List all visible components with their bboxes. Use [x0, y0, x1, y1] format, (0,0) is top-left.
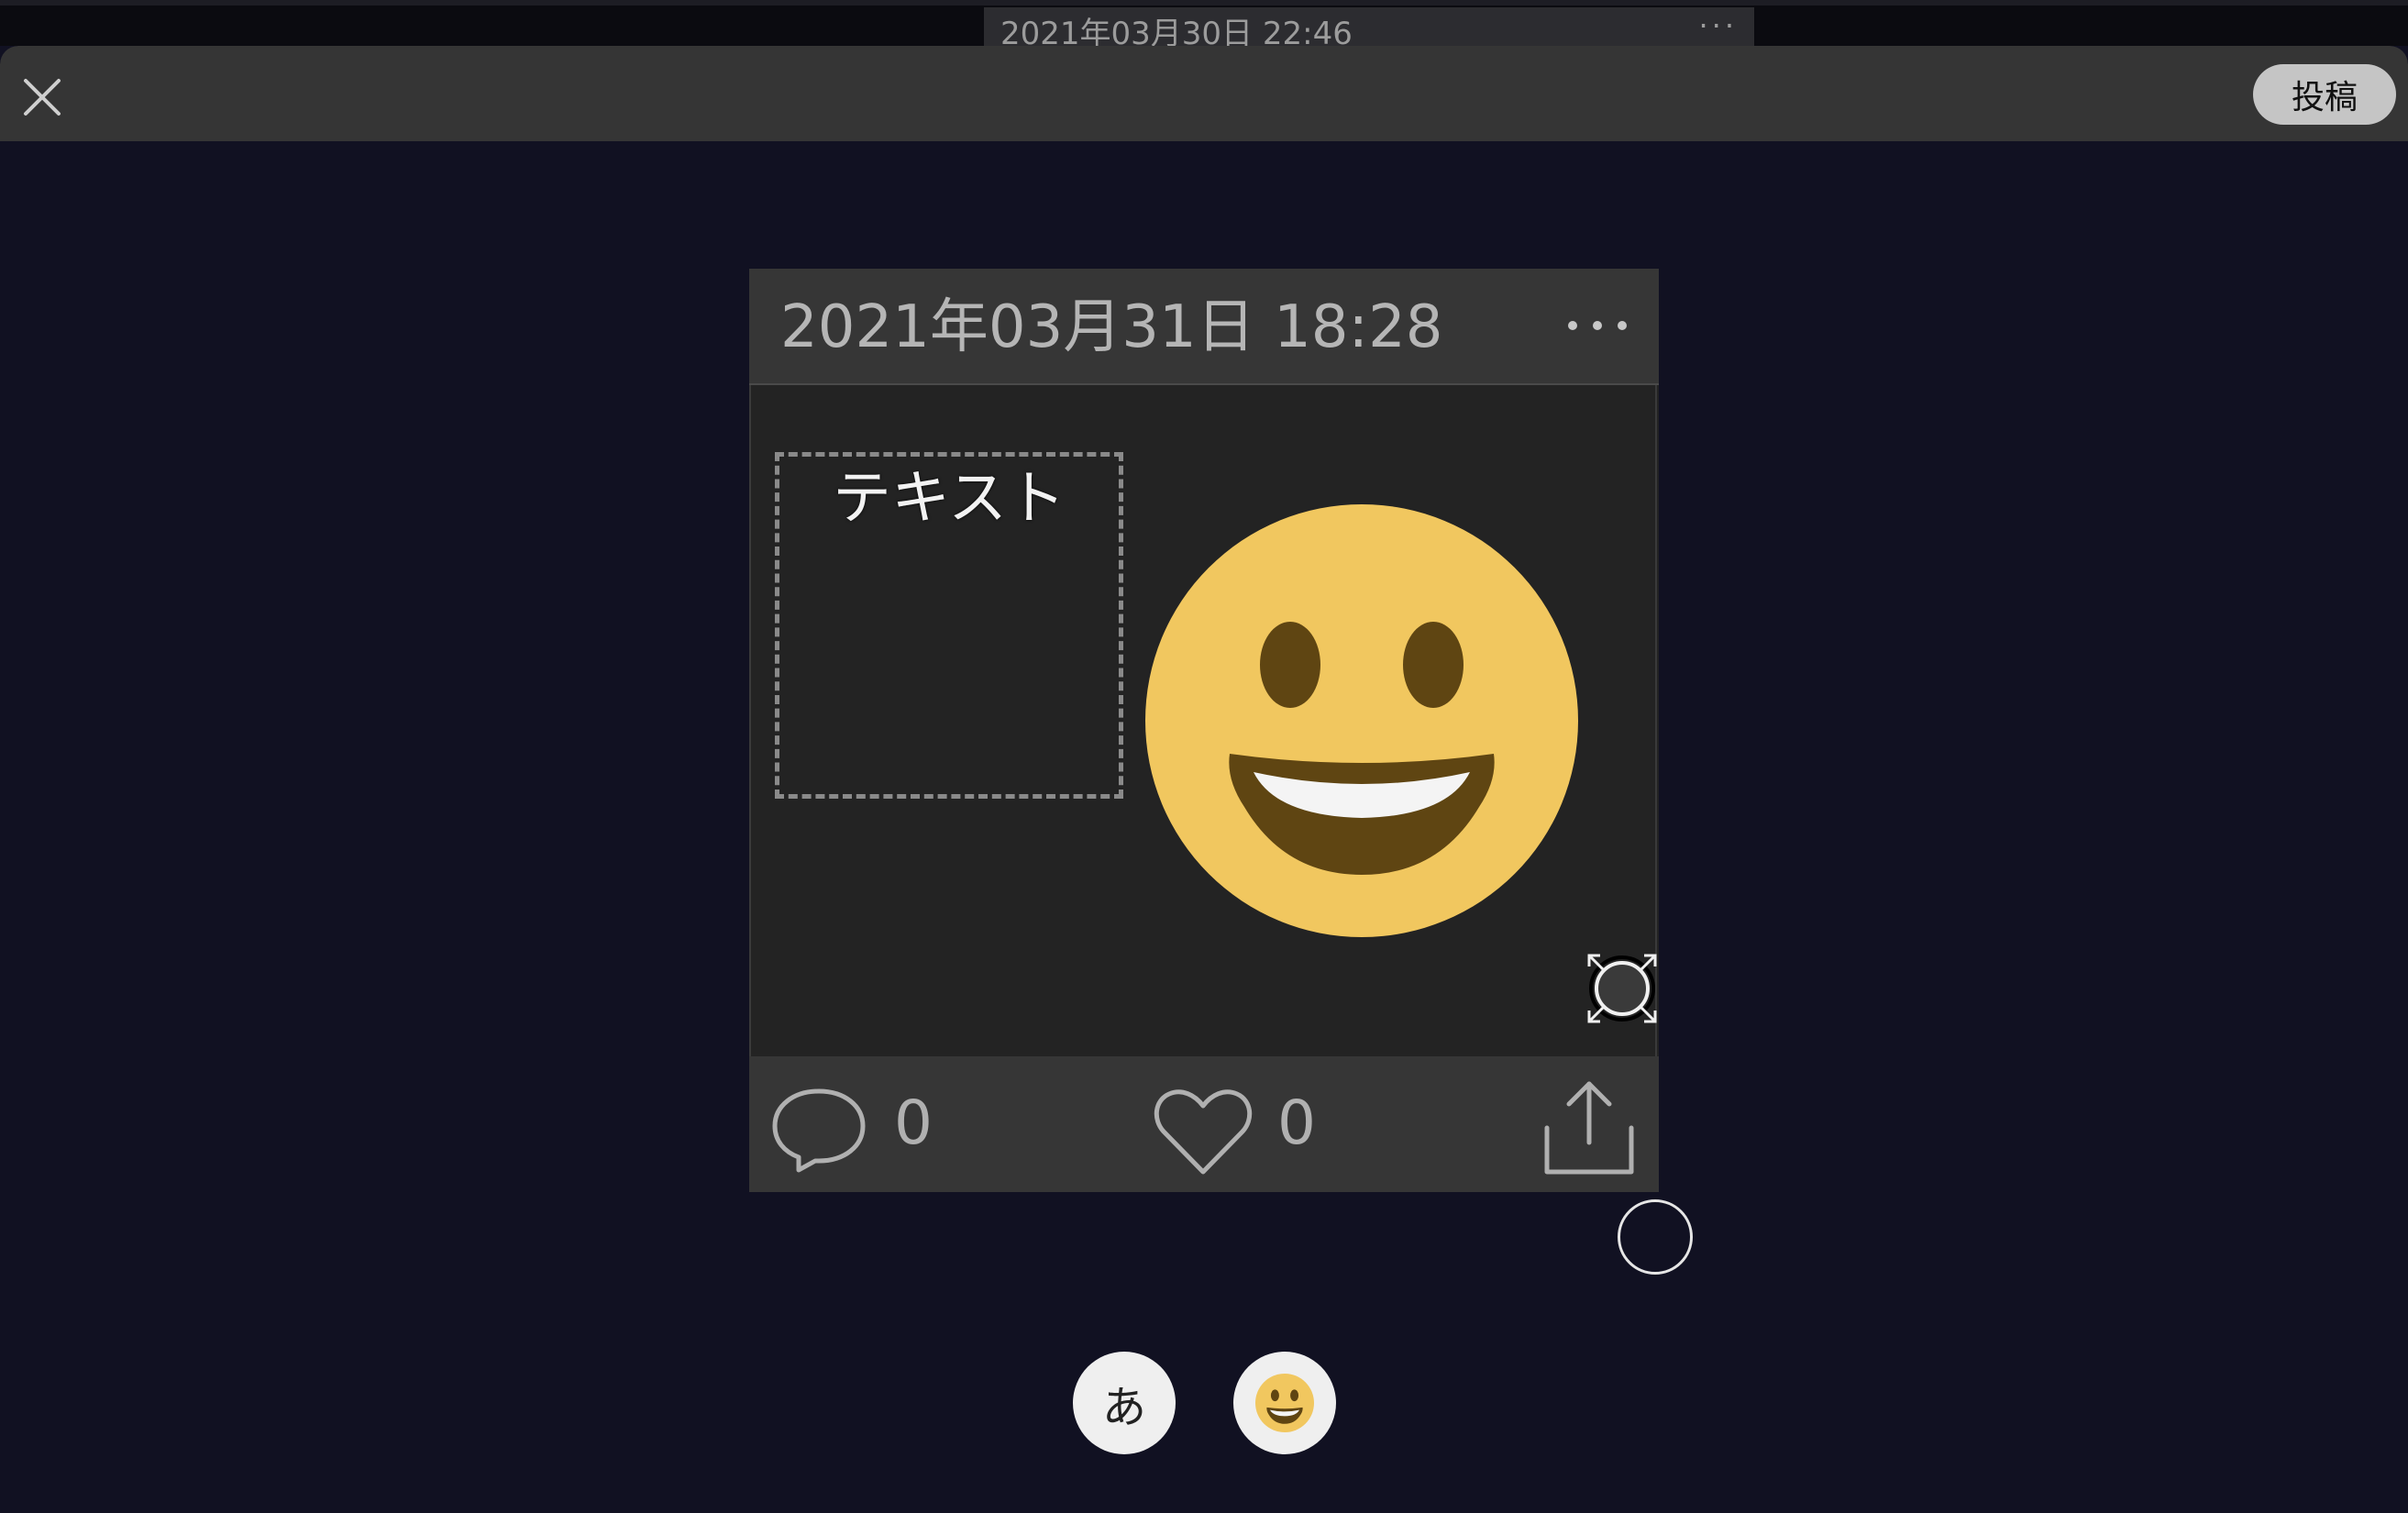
post-date: 2021年03月31日 18:28 [780, 293, 1443, 361]
grinning-face-emoji[interactable] [1145, 504, 1578, 937]
post-card-header: 2021年03月31日 18:28 [749, 269, 1659, 385]
background-strip [0, 0, 2408, 6]
text-element[interactable]: テキスト [775, 452, 1123, 799]
post-canvas[interactable]: テキスト [749, 385, 1657, 1056]
add-sticker-button[interactable] [1233, 1352, 1336, 1454]
modal-header: 投稿 [0, 46, 2408, 141]
post-button[interactable]: 投稿 [2253, 64, 2396, 125]
more-horizontal-icon[interactable] [1565, 316, 1629, 335]
close-icon[interactable] [18, 73, 66, 121]
comment-icon[interactable] [771, 1086, 867, 1174]
emoji-icon [1255, 1374, 1314, 1432]
add-text-button[interactable]: あ [1073, 1352, 1176, 1454]
heart-icon[interactable] [1153, 1088, 1254, 1177]
share-icon[interactable] [1541, 1077, 1637, 1177]
post-editor-modal: 投稿 2021年03月31日 18:28 テキスト 0 0 あ [0, 46, 2408, 1513]
background-post-menu-icon: ··· [1698, 8, 1738, 43]
background-post-header: 2021年03月30日 22:46 ··· [984, 7, 1754, 46]
background-area: 2021年03月30日 22:46 ··· [0, 0, 2408, 46]
text-element-label: テキスト [832, 465, 1066, 533]
comment-count: 0 [894, 1088, 933, 1158]
post-card-footer: 0 0 [749, 1056, 1659, 1192]
like-count: 0 [1277, 1088, 1316, 1158]
background-post-date: 2021年03月30日 22:46 [1000, 16, 1353, 46]
resize-rotate-handle-icon[interactable] [1576, 943, 1668, 1034]
post-card: 2021年03月31日 18:28 テキスト 0 0 [749, 269, 1659, 1192]
card-corner-handle[interactable] [1618, 1199, 1693, 1275]
